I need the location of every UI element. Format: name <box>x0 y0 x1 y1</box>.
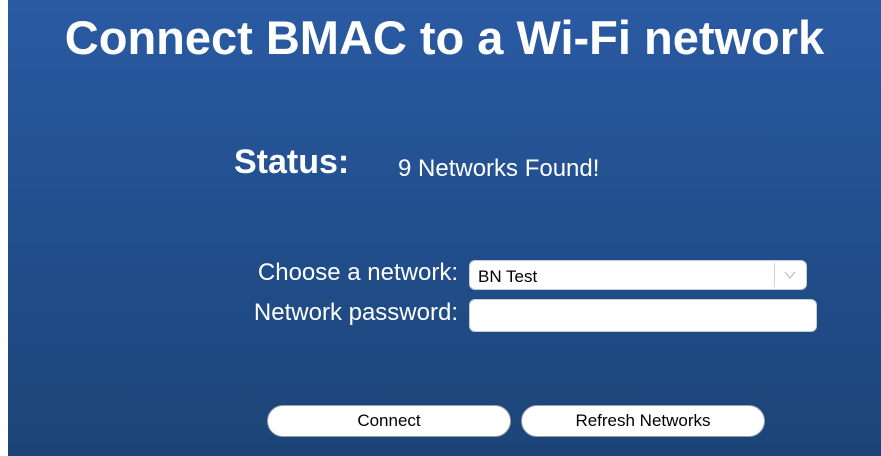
password-input[interactable] <box>469 299 817 332</box>
connect-button[interactable]: Connect <box>267 405 511 437</box>
refresh-networks-button[interactable]: Refresh Networks <box>521 405 765 437</box>
network-select[interactable]: BN Test <box>469 260 807 290</box>
password-label: Network password: <box>253 299 458 326</box>
chevron-down-icon-glyph <box>784 271 796 279</box>
status-value: 9 Networks Found! <box>398 155 600 182</box>
chevron-down-icon[interactable] <box>780 264 800 286</box>
select-divider <box>774 263 775 287</box>
network-selected-value: BN Test <box>478 267 538 286</box>
wifi-setup-screen: Connect BMAC to a Wi-Fi network Status: … <box>8 0 881 456</box>
status-label: Status: <box>234 143 350 181</box>
page-title: Connect BMAC to a Wi-Fi network <box>64 11 825 64</box>
network-label: Choose a network: <box>257 259 458 286</box>
